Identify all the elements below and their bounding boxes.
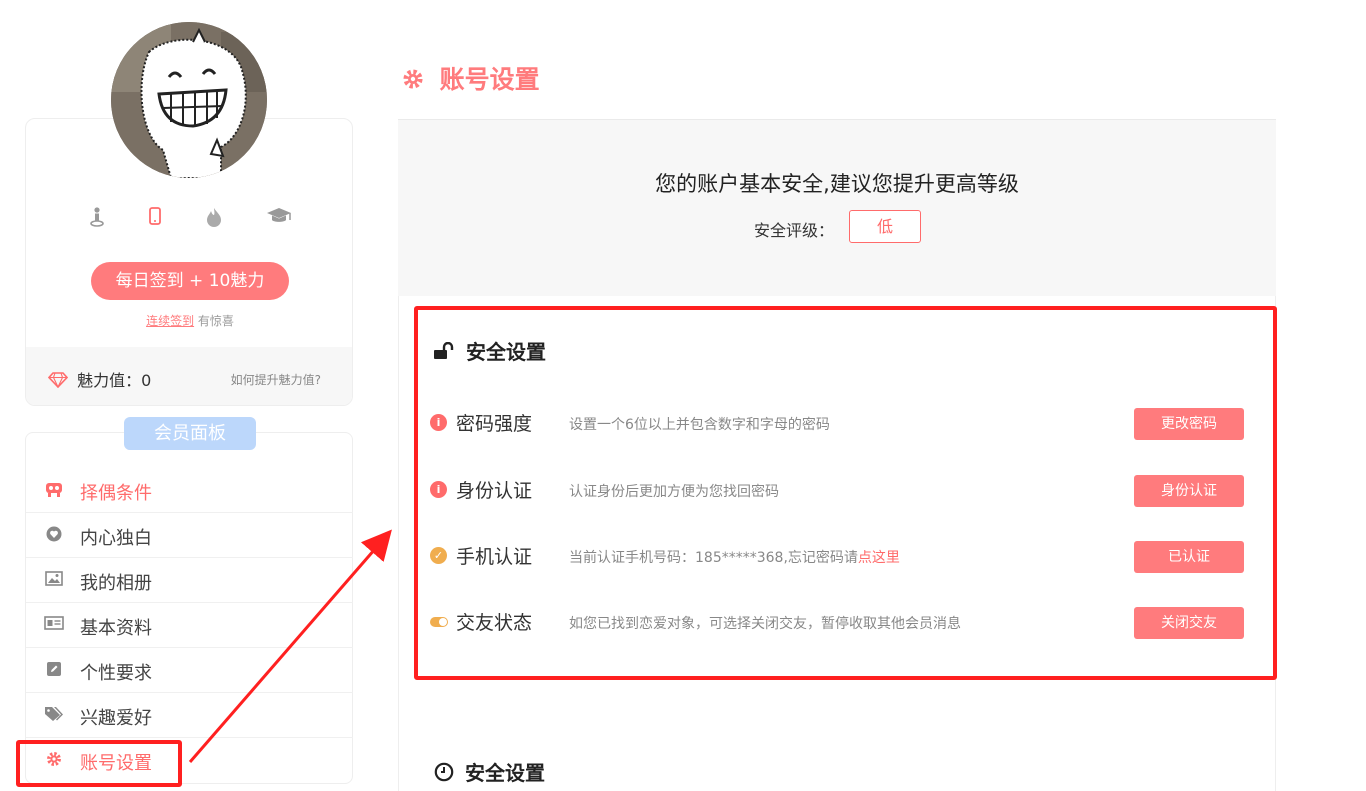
- menu-item-partner-criteria[interactable]: 择偶条件: [26, 468, 353, 513]
- menu-item-inner-monologue[interactable]: 内心独白: [26, 513, 353, 558]
- diamond-icon: [47, 371, 73, 390]
- member-panel-menu: 择偶条件 内心独白 我的相册 基本资料 个性要求 兴趣爱好 账号设置: [25, 432, 353, 784]
- security-section-title-2: 安全设置: [434, 757, 545, 786]
- security-summary: 您的账户基本安全,建议您提升更高等级 安全评级： 低: [398, 119, 1276, 296]
- id-verify-icon[interactable]: [90, 207, 104, 231]
- member-panel-title: 会员面板: [124, 417, 256, 450]
- menu-item-basic-info[interactable]: 基本资料: [26, 603, 353, 648]
- avatar-image: [111, 22, 267, 178]
- highlight-box-security: [414, 306, 1277, 680]
- security-section-title-2-text: 安全设置: [464, 761, 545, 785]
- charm-help-link[interactable]: 如何提升魅力值?: [231, 371, 321, 388]
- photo-icon: [44, 571, 64, 590]
- continuous-checkin-link[interactable]: 连续签到: [146, 314, 194, 328]
- mobile-icon[interactable]: [149, 207, 161, 229]
- avatar[interactable]: [111, 22, 267, 178]
- menu-item-my-album[interactable]: 我的相册: [26, 558, 353, 603]
- menu-item-label: 基本资料: [80, 618, 152, 639]
- education-icon[interactable]: [266, 207, 292, 229]
- highlight-box-account-settings: [16, 740, 182, 787]
- menu-item-interests[interactable]: 兴趣爱好: [26, 693, 353, 738]
- security-rating-badge: 低: [849, 210, 921, 243]
- charm-value: 魅力值：0: [47, 367, 152, 391]
- menu-item-label: 择偶条件: [80, 483, 152, 504]
- heart-icon: [44, 526, 64, 546]
- tags-icon: [44, 706, 64, 726]
- page-title: 账号设置: [402, 60, 540, 96]
- fire-icon[interactable]: [206, 207, 222, 231]
- clock-icon: [434, 761, 461, 785]
- partner-icon: [44, 481, 64, 501]
- menu-item-personal-requirements[interactable]: 个性要求: [26, 648, 353, 693]
- security-rating-label: 安全评级：: [754, 221, 835, 240]
- checkin-note: 连续签到 有惊喜: [26, 312, 352, 329]
- id-card-icon: [44, 616, 64, 634]
- page: 每日签到 + 10魅力 连续签到 有惊喜 魅力值：0 如何提升魅力值? 会员面板…: [0, 0, 1366, 791]
- charm-value-text: 魅力值：0: [77, 371, 152, 390]
- menu-item-label: 个性要求: [80, 663, 152, 684]
- menu-item-label: 兴趣爱好: [80, 708, 152, 729]
- gear-icon: [402, 69, 432, 94]
- page-title-text: 账号设置: [439, 65, 540, 94]
- edit-icon: [44, 661, 64, 681]
- menu-item-label: 我的相册: [80, 573, 152, 594]
- checkin-surprise-text: 有惊喜: [197, 314, 234, 328]
- status-icons: [26, 207, 352, 231]
- security-summary-message: 您的账户基本安全,建议您提升更高等级: [655, 172, 1019, 196]
- daily-checkin-button[interactable]: 每日签到 + 10魅力: [91, 262, 289, 300]
- charm-bar: 魅力值：0 如何提升魅力值?: [26, 347, 352, 405]
- menu-item-label: 内心独白: [80, 528, 152, 549]
